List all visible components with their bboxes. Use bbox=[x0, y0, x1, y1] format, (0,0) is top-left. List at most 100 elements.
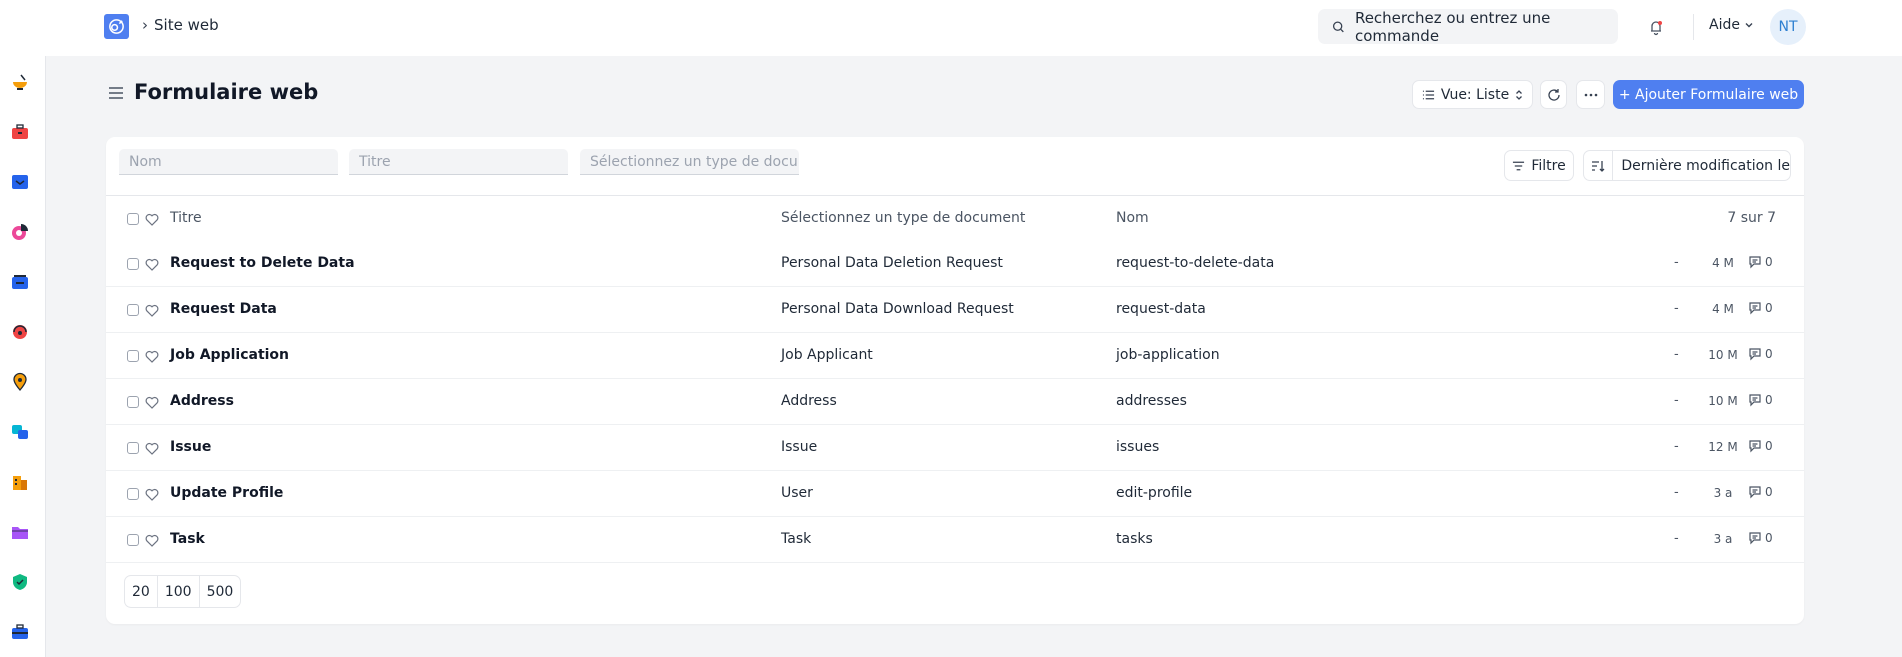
pie-chart-icon[interactable] bbox=[9, 221, 31, 243]
chevron-right-icon: › bbox=[142, 16, 148, 34]
row-title[interactable]: Update Profile bbox=[170, 485, 283, 501]
row-comments: 0 bbox=[1748, 347, 1773, 361]
search-placeholder: Recherchez ou entrez une commande bbox=[1354, 8, 1551, 45]
more-options-button[interactable] bbox=[1576, 80, 1605, 109]
row-checkbox[interactable] bbox=[127, 350, 139, 362]
app-logo-icon[interactable] bbox=[104, 14, 129, 39]
briefcase-icon[interactable] bbox=[9, 621, 31, 643]
page-length-100[interactable]: 100 bbox=[158, 576, 200, 607]
chevron-up-down-icon bbox=[1516, 89, 1523, 100]
row-doctype: Address bbox=[781, 393, 837, 409]
comment-count: 0 bbox=[1765, 485, 1773, 499]
row-title[interactable]: Request to Delete Data bbox=[170, 255, 355, 271]
row-status: - bbox=[1674, 485, 1679, 500]
title-filter-input[interactable] bbox=[349, 149, 568, 175]
search-bar[interactable]: Recherchez ou entrez une commande bbox=[1318, 8, 1618, 45]
table-row[interactable]: Request Data Personal Data Download Requ… bbox=[106, 287, 1804, 333]
sort-control: Dernière modification le bbox=[1583, 150, 1791, 181]
row-modified: 3 a bbox=[1713, 532, 1733, 546]
record-count: 7 sur 7 bbox=[1727, 210, 1776, 226]
row-title[interactable]: Address bbox=[170, 393, 234, 409]
comment-count: 0 bbox=[1765, 531, 1773, 545]
heart-icon[interactable] bbox=[145, 350, 159, 363]
heart-icon[interactable] bbox=[145, 258, 159, 271]
row-checkbox[interactable] bbox=[127, 442, 139, 454]
header-doctype[interactable]: Sélectionnez un type de document bbox=[781, 210, 1025, 226]
sort-direction-button[interactable] bbox=[1584, 151, 1614, 180]
avatar[interactable]: NT bbox=[1770, 9, 1806, 45]
table-row[interactable]: Request to Delete Data Personal Data Del… bbox=[106, 241, 1804, 287]
row-checkbox[interactable] bbox=[127, 488, 139, 500]
topbar-divider bbox=[1693, 14, 1694, 40]
row-title[interactable]: Request Data bbox=[170, 301, 277, 317]
row-checkbox[interactable] bbox=[127, 304, 139, 316]
heart-icon[interactable] bbox=[145, 488, 159, 501]
refresh-button[interactable] bbox=[1540, 80, 1567, 109]
table-row[interactable]: Address Address addresses - 10 M 0 bbox=[106, 379, 1804, 425]
bowl-icon[interactable] bbox=[9, 71, 31, 93]
row-checkbox[interactable] bbox=[127, 258, 139, 270]
sort-field-button[interactable]: Dernière modification le bbox=[1613, 158, 1790, 174]
row-checkbox[interactable] bbox=[127, 396, 139, 408]
row-comments: 0 bbox=[1748, 439, 1773, 453]
table-row[interactable]: Task Task tasks - 3 a 0 bbox=[106, 517, 1804, 563]
squares-icon[interactable] bbox=[9, 421, 31, 443]
heart-icon[interactable] bbox=[145, 442, 159, 455]
heart-icon[interactable] bbox=[145, 213, 159, 226]
heart-icon[interactable] bbox=[145, 396, 159, 409]
bell-icon[interactable] bbox=[1646, 17, 1666, 37]
row-comments: 0 bbox=[1748, 393, 1773, 407]
row-checkbox[interactable] bbox=[127, 534, 139, 546]
row-name: issues bbox=[1116, 439, 1160, 455]
row-name: edit-profile bbox=[1116, 485, 1193, 501]
heart-icon[interactable] bbox=[145, 534, 159, 547]
page-length-500[interactable]: 500 bbox=[200, 576, 241, 607]
table-row[interactable]: Issue Issue issues - 12 M 0 bbox=[106, 425, 1804, 471]
comment-count: 0 bbox=[1765, 347, 1773, 361]
row-modified: 10 M bbox=[1708, 348, 1738, 362]
row-status: - bbox=[1674, 439, 1679, 454]
comment-icon bbox=[1749, 532, 1761, 545]
menu-icon[interactable] bbox=[108, 86, 124, 100]
header-name[interactable]: Nom bbox=[1116, 210, 1149, 226]
sort-icon bbox=[1592, 160, 1605, 172]
header-title[interactable]: Titre bbox=[170, 210, 202, 226]
stack-icon[interactable] bbox=[9, 271, 31, 293]
comment-count: 0 bbox=[1765, 301, 1773, 315]
comment-icon bbox=[1749, 486, 1761, 499]
page-length-selector: 20 100 500 bbox=[124, 575, 242, 608]
add-web-form-button[interactable]: + Ajouter Formulaire web bbox=[1613, 80, 1804, 109]
row-title[interactable]: Task bbox=[170, 531, 205, 547]
row-title[interactable]: Issue bbox=[170, 439, 211, 455]
map-pin-icon[interactable] bbox=[9, 371, 31, 393]
table-row[interactable]: Update Profile User edit-profile - 3 a 0 bbox=[106, 471, 1804, 517]
row-status: - bbox=[1674, 531, 1679, 546]
breadcrumb-site-web[interactable]: Site web bbox=[154, 16, 219, 34]
page-title: Formulaire web bbox=[134, 80, 319, 104]
filter-label: Filtre bbox=[1531, 157, 1566, 174]
headset-icon[interactable] bbox=[9, 321, 31, 343]
name-filter-input[interactable] bbox=[119, 149, 338, 175]
shield-icon[interactable] bbox=[9, 571, 31, 593]
heart-icon[interactable] bbox=[145, 304, 159, 317]
filter-button[interactable]: Filtre bbox=[1504, 150, 1574, 181]
chevron-down-icon bbox=[1745, 23, 1753, 28]
row-doctype: Task bbox=[781, 531, 812, 547]
comment-icon bbox=[1749, 440, 1761, 453]
view-label: Vue: Liste bbox=[1440, 86, 1510, 103]
page-length-20[interactable]: 20 bbox=[125, 576, 158, 607]
building-icon[interactable] bbox=[9, 471, 31, 493]
doctype-filter-input[interactable] bbox=[580, 149, 799, 175]
row-comments: 0 bbox=[1748, 485, 1773, 499]
row-title[interactable]: Job Application bbox=[170, 347, 289, 363]
row-modified: 10 M bbox=[1708, 394, 1738, 408]
inbox-icon[interactable] bbox=[9, 171, 31, 193]
help-dropdown[interactable]: Aide bbox=[1709, 17, 1754, 33]
table-row[interactable]: Job Application Job Applicant job-applic… bbox=[106, 333, 1804, 379]
view-switcher-button[interactable]: Vue: Liste bbox=[1412, 80, 1533, 109]
folder-icon[interactable] bbox=[9, 521, 31, 543]
select-all-checkbox[interactable] bbox=[127, 213, 139, 225]
toolbox-icon[interactable] bbox=[9, 121, 31, 143]
breadcrumb: › Site web bbox=[142, 16, 219, 34]
row-doctype: User bbox=[781, 485, 813, 501]
